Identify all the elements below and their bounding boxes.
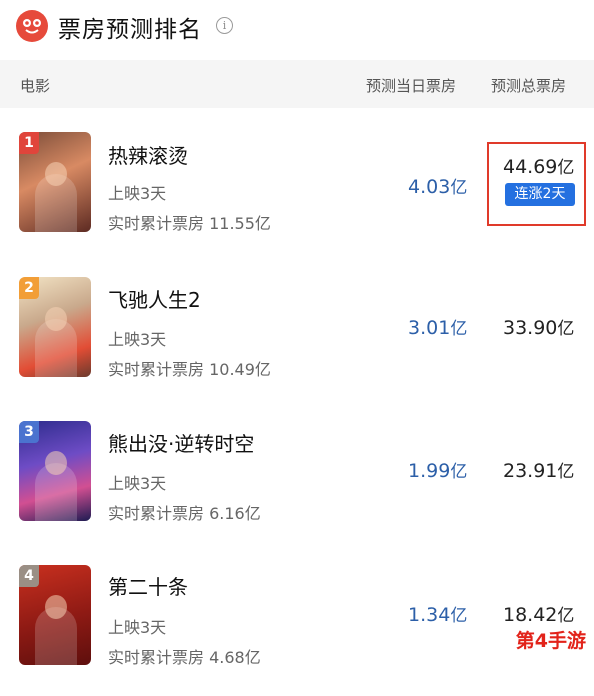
movie-row[interactable]: 3 熊出没·逆转时空 上映3天 实时累计票房 6.16亿 1.99亿 23.91… [0,407,594,552]
release-days: 上映3天 [108,184,167,203]
movie-poster[interactable]: 2 [19,277,91,377]
live-box-office: 实时累计票房 10.49亿 [108,360,271,379]
release-days: 上映3天 [108,474,167,493]
release-days: 上映3天 [108,330,167,349]
predicted-today-value: 4.03亿 [408,176,468,198]
table-header: 电影 预测当日票房 预测总票房 [0,60,594,108]
trend-badge: 连涨2天 [505,183,575,206]
watermark: 第4手游 [515,630,586,652]
movie-title[interactable]: 第二十条 [108,571,188,600]
predicted-today-value: 1.34亿 [408,604,468,626]
live-box-office: 实时累计票房 11.55亿 [108,214,271,233]
rank-badge: 1 [19,132,39,154]
column-movie: 电影 [20,77,51,95]
movie-poster[interactable]: 4 [19,565,91,665]
predicted-total-value: 23.91亿 [503,460,575,482]
live-box-office: 实时累计票房 4.68亿 [108,648,261,667]
app-logo-icon [16,10,48,42]
movie-poster[interactable]: 1 [19,132,91,232]
movie-row[interactable]: 4 第二十条 上映3天 实时累计票房 4.68亿 1.34亿 18.42亿 [0,551,594,696]
movie-title[interactable]: 飞驰人生2 [108,284,201,313]
column-predicted-today: 预测当日票房 [366,77,457,95]
info-icon[interactable]: i [216,17,233,34]
predicted-total-value: 33.90亿 [503,317,575,339]
predicted-today-value: 3.01亿 [408,317,468,339]
movie-row[interactable]: 2 飞驰人生2 上映3天 实时累计票房 10.49亿 3.01亿 33.90亿 [0,263,594,408]
live-box-office: 实时累计票房 6.16亿 [108,504,261,523]
page-title: 票房预测排名 [58,17,202,43]
movie-title[interactable]: 熊出没·逆转时空 [108,428,254,457]
predicted-today-value: 1.99亿 [408,460,468,482]
movie-poster[interactable]: 3 [19,421,91,521]
column-predicted-total: 预测总票房 [491,77,567,95]
release-days: 上映3天 [108,618,167,637]
movie-title[interactable]: 热辣滚烫 [108,140,188,169]
rank-badge: 2 [19,277,39,299]
rank-badge: 4 [19,565,39,587]
page-header: 票房预测排名 i [0,0,594,52]
predicted-total-value: 18.42亿 [503,604,575,626]
rank-badge: 3 [19,421,39,443]
